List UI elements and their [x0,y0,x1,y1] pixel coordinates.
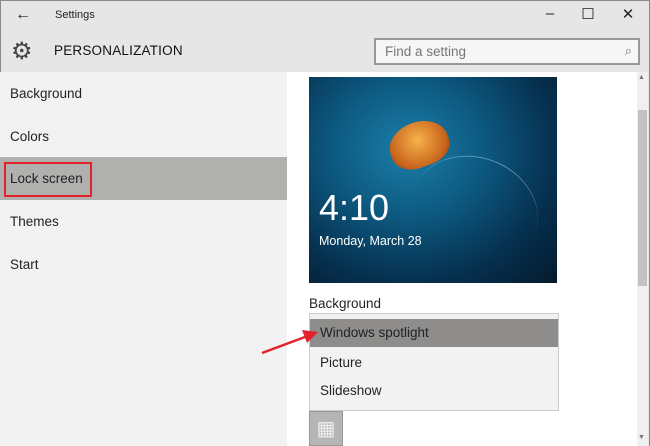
red-arrow-icon [261,330,318,355]
